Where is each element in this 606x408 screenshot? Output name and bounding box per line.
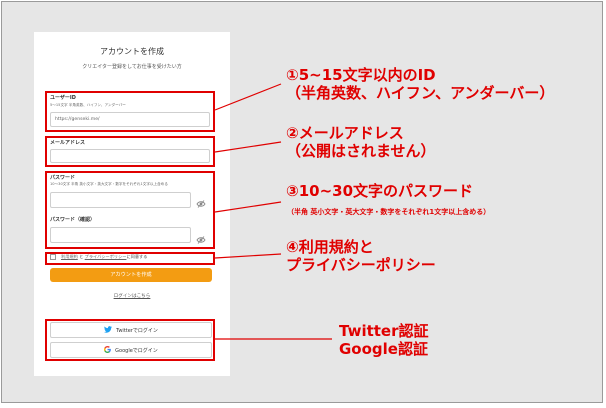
connector-line-2 [214,141,282,153]
connector-line-4 [214,253,282,259]
annotation-5-line2: Google認証 [339,340,428,358]
annotation-3-subtitle: （半角 英小文字・英大文字・数字をそれぞれ1文字以上含める） [287,208,491,216]
annotation-4-line2: プライバシーポリシー [286,256,436,274]
annotation-3-title: ③10~30文字のパスワード [286,182,474,200]
connector-line-1 [214,83,282,111]
connector-line-3 [214,201,282,213]
screenshot-frame: アカウントを作成 クリエイター登録をしてお仕事を受けたい方 ユーザーID 5～1… [1,1,603,403]
annotation-2-subtitle: （公開はされません） [286,142,436,160]
connector-lines [214,83,332,340]
annotation-1-subtitle: （半角英数、ハイフン、アンダーバー） [286,84,555,102]
